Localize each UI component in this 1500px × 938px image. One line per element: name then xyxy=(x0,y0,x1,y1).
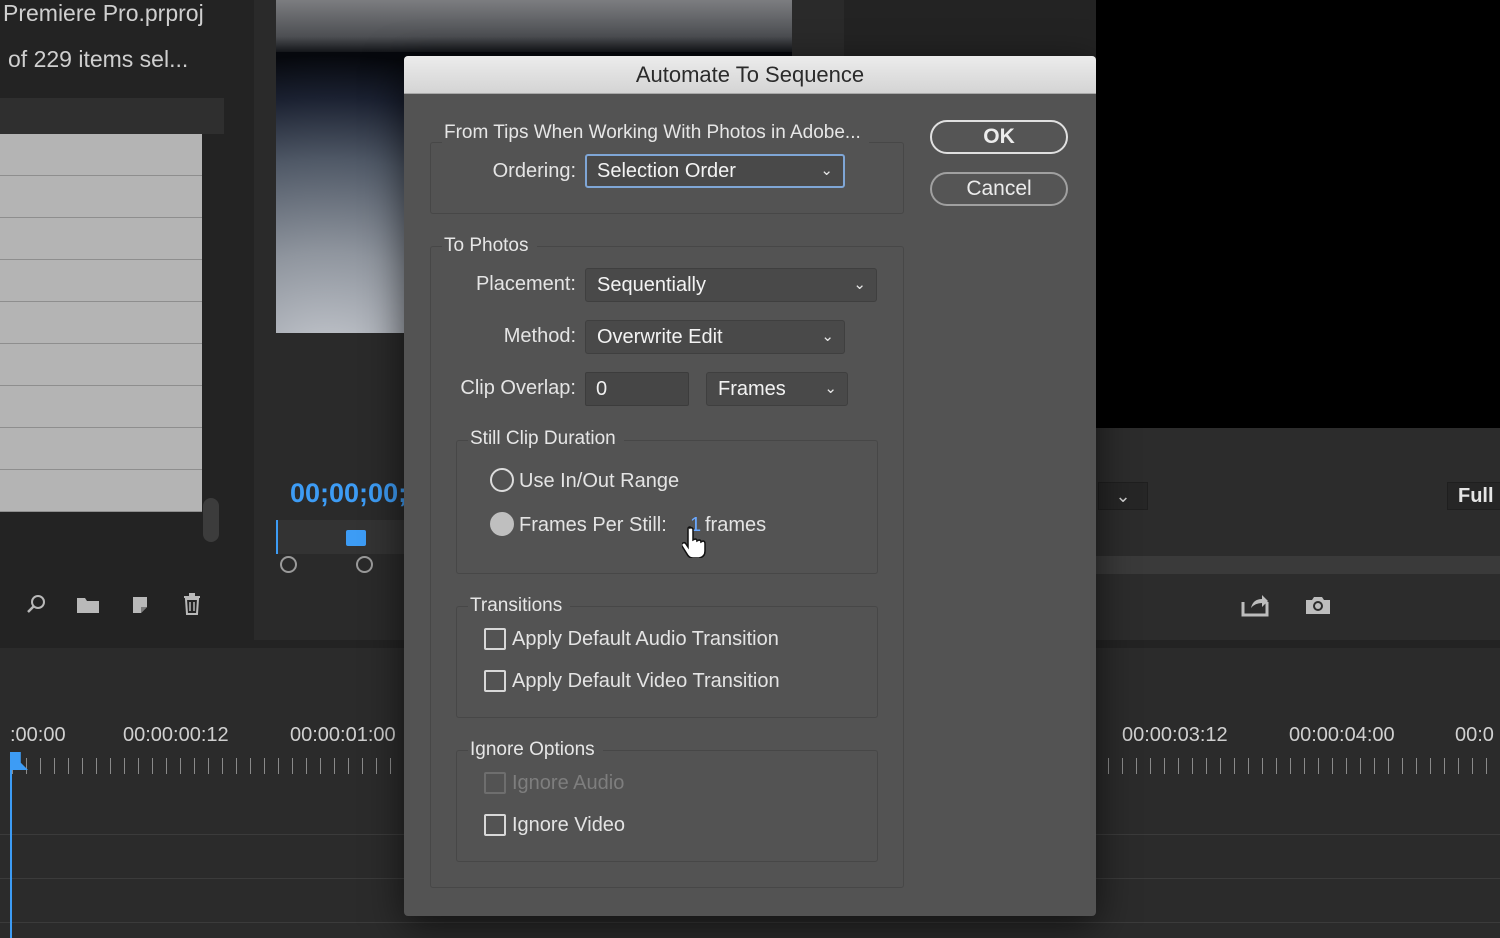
timeline-ruler-right[interactable] xyxy=(1108,758,1500,774)
method-value: Overwrite Edit xyxy=(597,326,723,348)
chevron-down-icon: ⌄ xyxy=(821,328,834,345)
cancel-button[interactable]: Cancel xyxy=(930,172,1068,206)
ignore-audio-checkbox xyxy=(484,772,506,794)
program-video-frame xyxy=(1096,0,1500,428)
timeline-playhead[interactable] xyxy=(10,752,12,938)
export-frame-icon[interactable] xyxy=(1240,592,1272,620)
frames-per-still-label: Frames Per Still: xyxy=(519,514,667,536)
timeline-tick-label: 00:00:01:00 xyxy=(290,724,396,746)
overlap-unit-value: Frames xyxy=(718,378,786,400)
use-inout-label: Use In/Out Range xyxy=(519,470,680,492)
timeline-tick-label: :00:00 xyxy=(10,724,66,746)
ignore-options-group xyxy=(456,750,878,862)
list-item[interactable] xyxy=(0,176,202,218)
from-legend: From Tips When Working With Photos in Ad… xyxy=(442,122,869,144)
still-clip-duration-group xyxy=(456,440,878,574)
ordering-dropdown[interactable]: Selection Order ⌄ xyxy=(585,154,845,188)
resolution-dropdown[interactable]: Full xyxy=(1447,482,1500,510)
transitions-group xyxy=(456,606,878,718)
automate-to-sequence-dialog: Automate To Sequence From Tips When Work… xyxy=(404,56,1096,916)
overlap-unit-dropdown[interactable]: Frames ⌄ xyxy=(706,372,848,406)
method-label: Method: xyxy=(503,325,576,347)
search-icon[interactable] xyxy=(22,590,50,618)
timeline-tick-label: 00:0 xyxy=(1455,724,1494,746)
source-playhead[interactable] xyxy=(346,530,366,546)
chevron-down-icon: ⌄ xyxy=(824,380,837,397)
ignore-video-checkbox[interactable] xyxy=(484,814,506,836)
audio-transition-label: Apply Default Audio Transition xyxy=(512,628,779,650)
list-item[interactable] xyxy=(0,260,202,302)
new-bin-folder-icon[interactable] xyxy=(74,590,102,618)
to-legend: To Photos xyxy=(442,235,537,257)
track-divider xyxy=(0,922,1500,923)
list-item[interactable] xyxy=(0,470,202,512)
ordering-value: Selection Order xyxy=(597,160,736,182)
source-timecode[interactable]: 00;00;00; xyxy=(290,478,407,509)
zoom-dropdown[interactable]: ⌄ xyxy=(1098,482,1148,510)
ignore-audio-label: Ignore Audio xyxy=(512,772,625,794)
program-monitor-panel xyxy=(1096,428,1500,640)
trash-icon[interactable] xyxy=(178,590,206,618)
project-panel: Premiere Pro.prproj of 229 items sel... xyxy=(0,0,248,640)
timeline-tick-label: 00:00:00:12 xyxy=(123,724,229,746)
timeline-ruler-left[interactable] xyxy=(12,758,404,774)
hand-cursor-icon xyxy=(680,526,708,565)
project-scrollbar[interactable] xyxy=(203,498,219,542)
items-selected-count: of 229 items sel... xyxy=(8,46,189,72)
use-inout-radio[interactable] xyxy=(490,468,514,492)
video-transition-label: Apply Default Video Transition xyxy=(512,670,780,692)
ok-button[interactable]: OK xyxy=(930,120,1068,154)
placement-dropdown[interactable]: Sequentially ⌄ xyxy=(585,268,877,302)
project-item-list[interactable] xyxy=(0,134,202,512)
timeline-tick-label: 00:00:04:00 xyxy=(1289,724,1395,746)
frames-unit-label: frames xyxy=(705,514,767,536)
method-dropdown[interactable]: Overwrite Edit ⌄ xyxy=(585,320,845,354)
project-title: Premiere Pro.prproj xyxy=(3,0,204,26)
ignore-options-legend: Ignore Options xyxy=(468,739,603,761)
new-item-icon[interactable] xyxy=(126,590,154,618)
out-point-marker[interactable] xyxy=(356,556,373,573)
space-station-image xyxy=(276,0,792,52)
list-item[interactable] xyxy=(0,428,202,470)
clip-overlap-label: Clip Overlap: xyxy=(460,377,576,399)
in-point-marker[interactable] xyxy=(280,556,297,573)
placement-value: Sequentially xyxy=(597,274,706,296)
list-item[interactable] xyxy=(0,386,202,428)
video-transition-checkbox[interactable] xyxy=(484,670,506,692)
camera-icon[interactable] xyxy=(1304,594,1332,618)
source-mini-timeline[interactable] xyxy=(276,520,406,554)
frames-per-still-radio[interactable] xyxy=(490,512,514,536)
ordering-label: Ordering: xyxy=(492,160,576,182)
placement-label: Placement: xyxy=(475,273,576,295)
clip-overlap-input[interactable]: 0 xyxy=(585,372,689,406)
program-scrub-bar[interactable] xyxy=(1096,556,1500,574)
timeline-tick-label: 00:00:03:12 xyxy=(1122,724,1228,746)
list-item[interactable] xyxy=(0,344,202,386)
project-toolbar xyxy=(0,590,248,630)
list-item[interactable] xyxy=(0,302,202,344)
dialog-title: Automate To Sequence xyxy=(404,56,1096,94)
list-item[interactable] xyxy=(0,134,202,176)
still-clip-legend: Still Clip Duration xyxy=(468,428,624,450)
transitions-legend: Transitions xyxy=(468,595,571,617)
audio-transition-checkbox[interactable] xyxy=(484,628,506,650)
ignore-video-label: Ignore Video xyxy=(512,814,626,836)
list-item[interactable] xyxy=(0,218,202,260)
chevron-down-icon: ⌄ xyxy=(853,276,866,293)
project-list-header xyxy=(0,98,224,134)
chevron-down-icon: ⌄ xyxy=(820,162,833,179)
